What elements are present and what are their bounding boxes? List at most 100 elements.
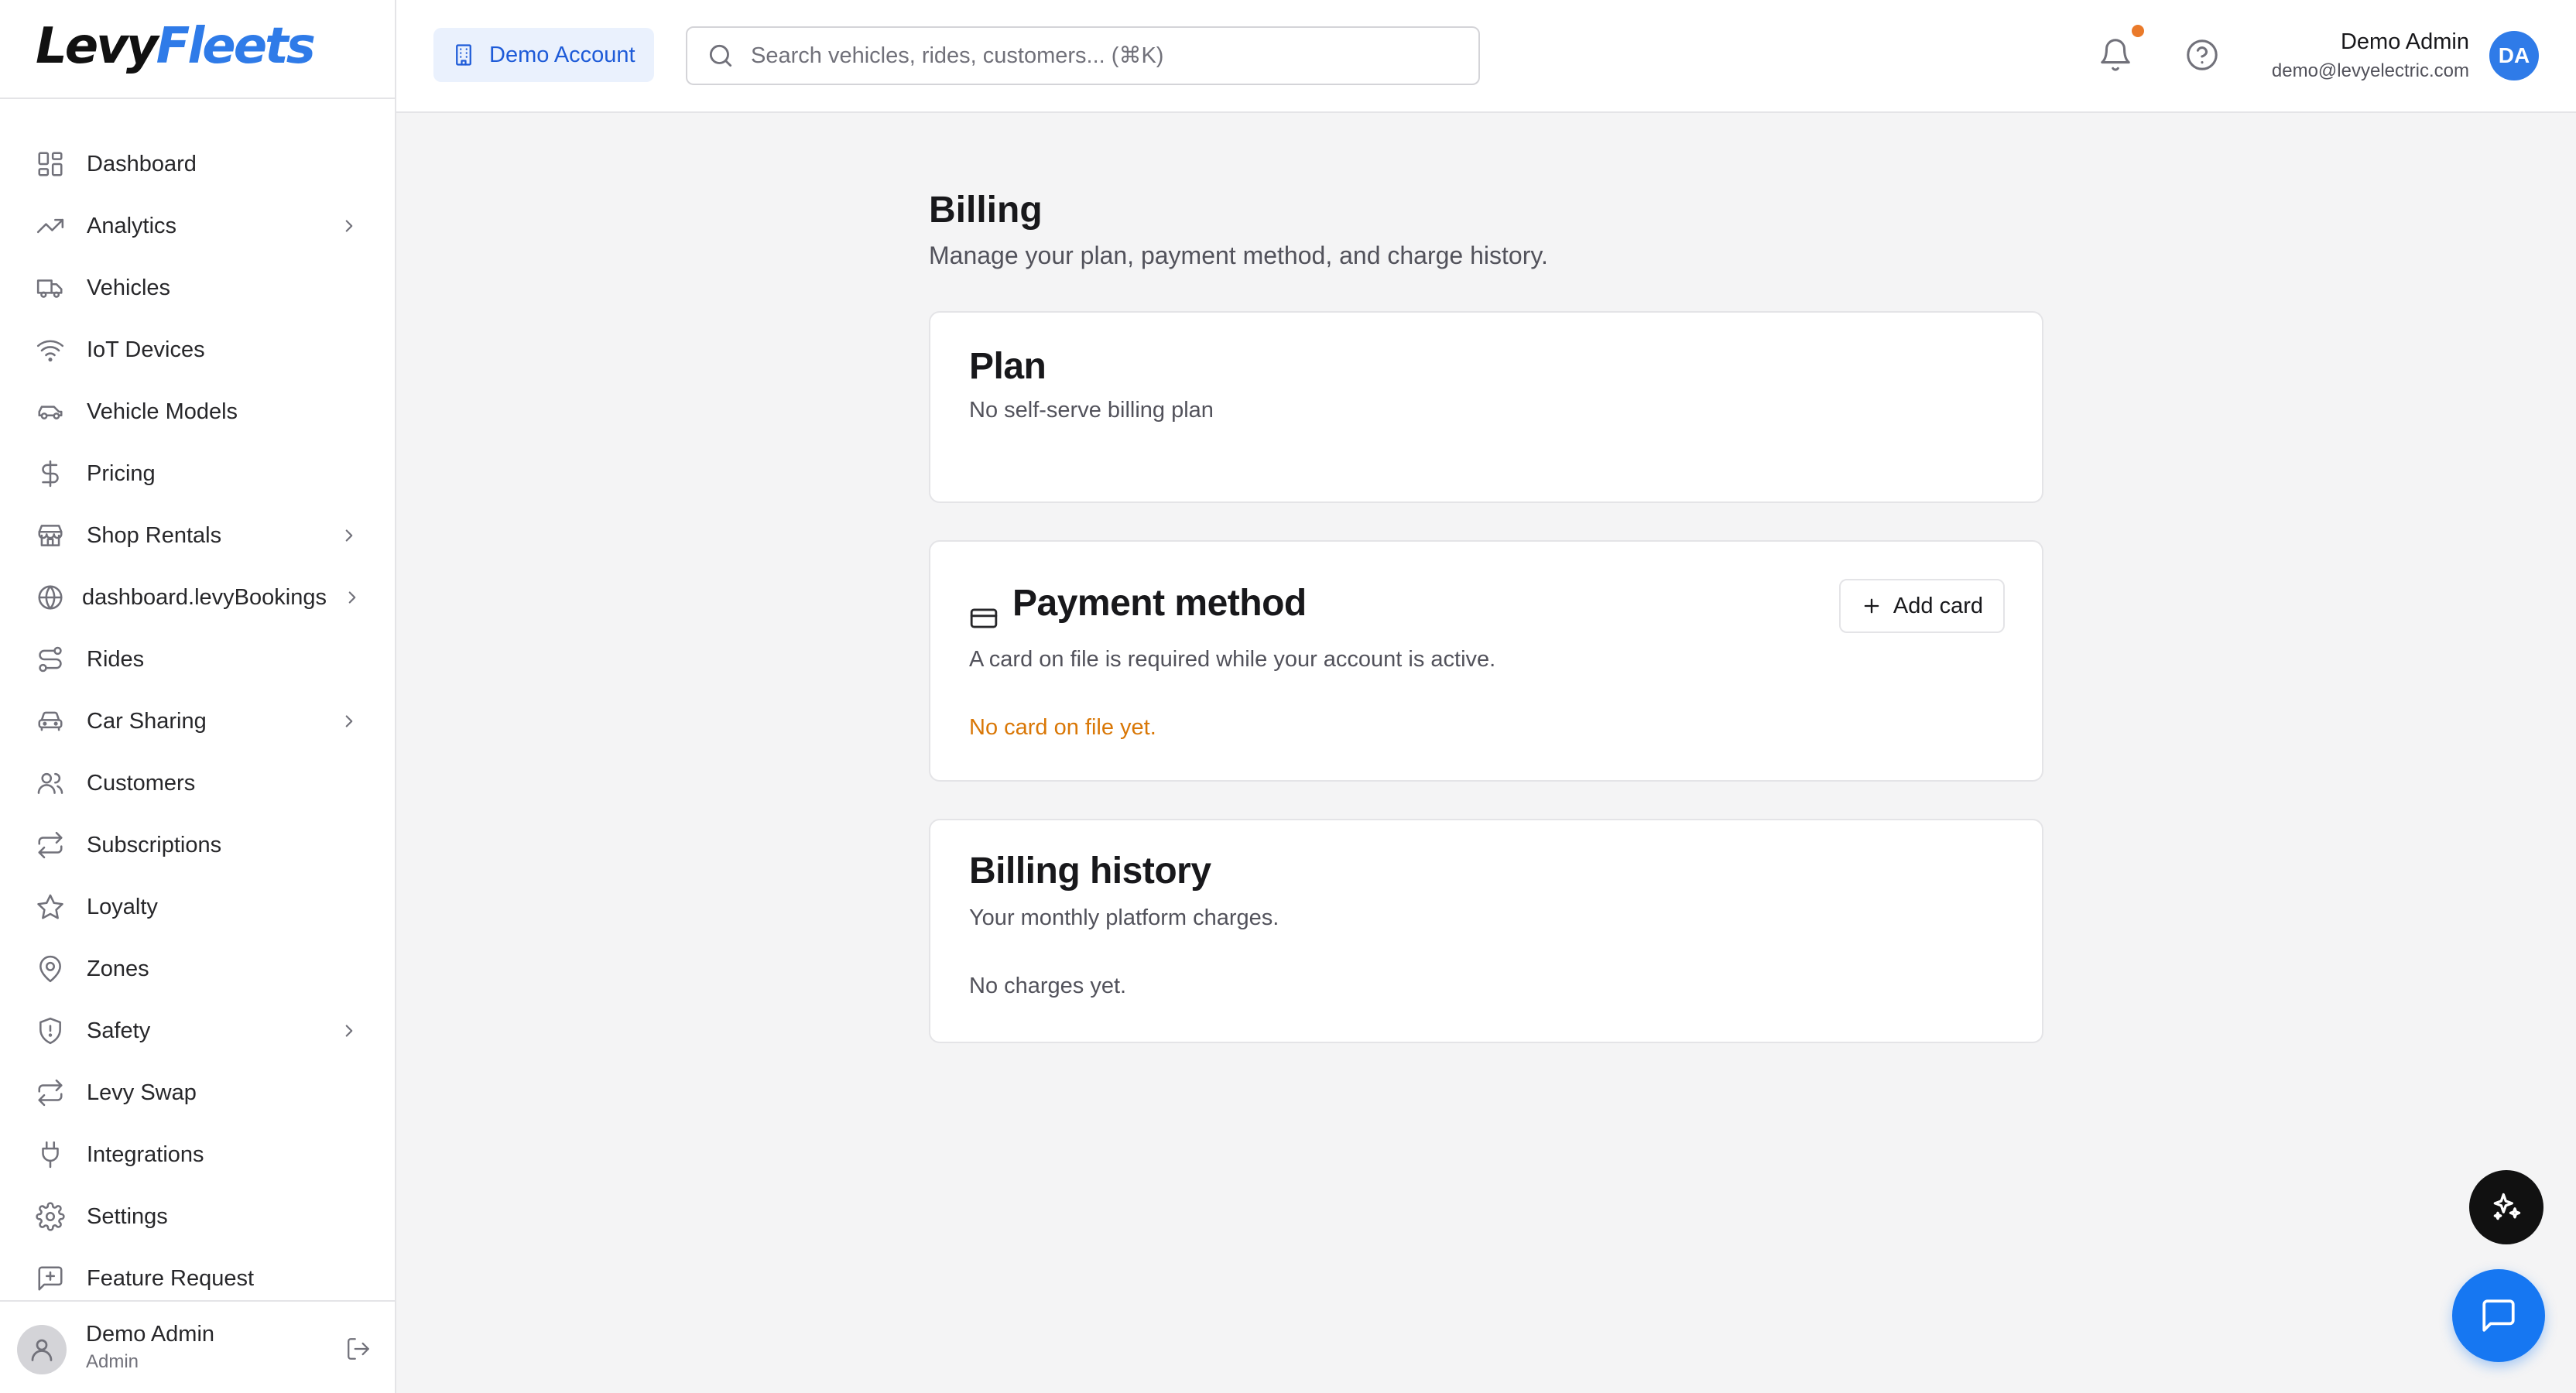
- sidebar-item-label: Levy Swap: [87, 1080, 197, 1105]
- sidebar-item-label: Pricing: [87, 460, 156, 486]
- sidebar-item-rides[interactable]: Rides: [36, 635, 359, 684]
- plan-description: No self-serve billing plan: [969, 398, 1214, 423]
- billing-history-title: Billing history: [969, 851, 1211, 892]
- building-icon: [452, 43, 475, 67]
- sidebar-item-label: Rides: [87, 646, 145, 672]
- car-front-icon: [36, 707, 65, 736]
- sidebar-item-label: Dashboard: [87, 151, 197, 176]
- notification-dot: [2132, 25, 2144, 37]
- sidebar-item-vehicle-models[interactable]: Vehicle Models: [36, 387, 359, 436]
- sidebar-item-label: Safety: [87, 1018, 151, 1043]
- user-icon: [31, 1339, 53, 1361]
- sidebar-item-label: dashboard.levyBookings: [82, 584, 327, 610]
- credit-card-icon: [969, 604, 999, 633]
- plus-icon: [1861, 595, 1882, 617]
- add-card-button[interactable]: Add card: [1838, 579, 2005, 633]
- sidebar-item-label: Settings: [87, 1203, 168, 1229]
- chat-button[interactable]: [2452, 1269, 2545, 1362]
- bell-icon[interactable]: [2098, 37, 2133, 73]
- sidebar-item-analytics[interactable]: Analytics: [36, 201, 359, 251]
- chevron-right-icon: [339, 1021, 359, 1041]
- repeat-icon: [36, 830, 65, 860]
- help-icon[interactable]: [2184, 37, 2220, 73]
- analytics-icon: [36, 211, 65, 241]
- payment-method-description: A card on file is required while your ac…: [969, 647, 1496, 672]
- sidebar-item-loyalty[interactable]: Loyalty: [36, 882, 359, 932]
- sidebar-item-iot-devices[interactable]: IoT Devices: [36, 325, 359, 375]
- sidebar-item-label: Customers: [87, 770, 196, 796]
- shield-icon: [36, 1016, 65, 1046]
- sidebar-item-levy-bookings[interactable]: dashboard.levyBookings: [36, 573, 359, 622]
- star-icon: [36, 892, 65, 922]
- swap-icon: [36, 1078, 65, 1107]
- logo[interactable]: LevyFleets: [0, 0, 395, 99]
- sidebar-item-label: Car Sharing: [87, 708, 207, 734]
- search-icon: [706, 41, 735, 70]
- page-title: Billing: [929, 190, 1043, 231]
- sidebar-item-label: Integrations: [87, 1141, 204, 1167]
- sidebar-item-settings[interactable]: Settings: [36, 1192, 359, 1241]
- payment-method-card: Payment method A card on file is require…: [929, 540, 2043, 782]
- sidebar-item-shop-rentals[interactable]: Shop Rentals: [36, 511, 359, 560]
- ai-assistant-button[interactable]: [2469, 1170, 2543, 1244]
- sidebar-item-label: Shop Rentals: [87, 522, 222, 548]
- sidebar-item-pricing[interactable]: Pricing: [36, 449, 359, 498]
- payment-method-status: No card on file yet.: [969, 715, 1156, 740]
- sidebar-item-integrations[interactable]: Integrations: [36, 1130, 359, 1179]
- search-input[interactable]: [751, 43, 1447, 69]
- logo-text-fleets: Fleets: [156, 18, 316, 75]
- sparkles-icon: [2489, 1190, 2523, 1224]
- plan-card: Plan No self-serve billing plan: [929, 311, 2043, 503]
- dashboard-icon: [36, 149, 65, 179]
- sidebar-item-customers[interactable]: Customers: [36, 758, 359, 808]
- sidebar-item-subscriptions[interactable]: Subscriptions: [36, 820, 359, 870]
- plug-icon: [36, 1140, 65, 1169]
- avatar: [17, 1325, 67, 1374]
- billing-history-description: Your monthly platform charges.: [969, 905, 1279, 930]
- sidebar-item-label: IoT Devices: [87, 337, 205, 362]
- billing-history-empty: No charges yet.: [969, 974, 1127, 998]
- billing-history-card: Billing history Your monthly platform ch…: [929, 819, 2043, 1043]
- sidebar-item-zones[interactable]: Zones: [36, 944, 359, 994]
- sidebar-item-label: Vehicles: [87, 275, 171, 300]
- sidebar-user: Demo Admin Admin: [0, 1300, 395, 1393]
- chevron-right-icon: [342, 587, 362, 608]
- users-icon: [36, 768, 65, 798]
- payment-method-title: Payment method: [1012, 583, 1307, 624]
- sidebar-item-label: Loyalty: [87, 894, 158, 919]
- gear-icon: [36, 1202, 65, 1231]
- header-user-name: Demo Admin: [2340, 29, 2469, 54]
- sidebar-item-label: Zones: [87, 956, 149, 981]
- sidebar-item-label: Feature Request: [87, 1265, 255, 1291]
- sidebar-nav: Dashboard Analytics Vehicles IoT Devices: [0, 99, 395, 1291]
- sidebar-item-safety[interactable]: Safety: [36, 1006, 359, 1056]
- search-bar[interactable]: [686, 26, 1480, 85]
- truck-icon: [36, 273, 65, 303]
- message-plus-icon: [36, 1264, 65, 1293]
- chat-bubble-icon: [2479, 1296, 2518, 1335]
- sidebar-item-feature-request[interactable]: Feature Request: [36, 1254, 359, 1303]
- dollar-icon: [36, 459, 65, 488]
- add-card-label: Add card: [1893, 593, 1983, 618]
- page-subtitle: Manage your plan, payment method, and ch…: [929, 241, 1548, 269]
- sidebar-item-label: Vehicle Models: [87, 399, 238, 424]
- sidebar-item-vehicles[interactable]: Vehicles: [36, 263, 359, 313]
- sidebar-item-label: Analytics: [87, 213, 177, 238]
- store-icon: [36, 521, 65, 550]
- logout-icon[interactable]: [345, 1336, 372, 1362]
- plan-title: Plan: [969, 346, 1046, 387]
- sidebar-item-car-sharing[interactable]: Car Sharing: [36, 696, 359, 746]
- sidebar-item-dashboard[interactable]: Dashboard: [36, 139, 359, 189]
- sidebar-user-role: Admin: [86, 1351, 139, 1372]
- chevron-right-icon: [339, 216, 359, 236]
- wifi-icon: [36, 335, 65, 365]
- account-label: Demo Account: [489, 42, 635, 67]
- sidebar: LevyFleets Dashboard Analytics Vehicles …: [0, 0, 396, 1393]
- sidebar-item-levy-swap[interactable]: Levy Swap: [36, 1068, 359, 1117]
- account-switcher[interactable]: Demo Account: [433, 28, 654, 82]
- map-pin-icon: [36, 954, 65, 984]
- top-header: Demo Account Demo Admin demo@levyelectri…: [396, 0, 2576, 113]
- user-avatar[interactable]: DA: [2489, 31, 2539, 80]
- sidebar-item-label: Subscriptions: [87, 832, 222, 857]
- car-icon: [36, 397, 65, 426]
